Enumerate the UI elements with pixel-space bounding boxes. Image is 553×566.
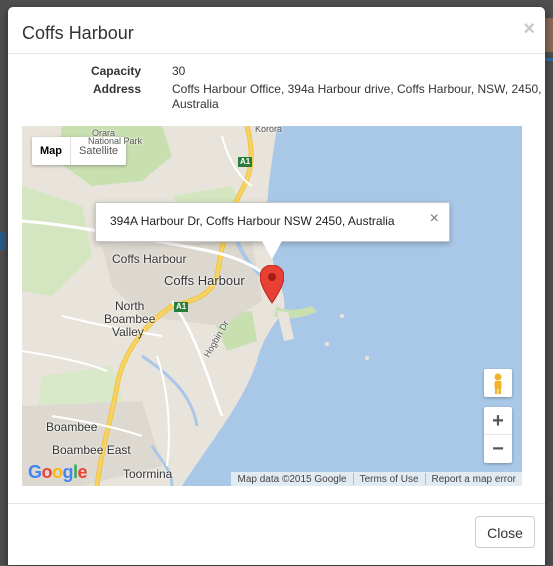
zoom-out-button[interactable]: − [484,435,512,463]
place-label-coffs-harbour: Coffs Harbour [112,252,187,266]
location-modal: Coffs Harbour × Capacity 30 Address Coff… [8,7,545,565]
address-label: Address [92,82,141,96]
modal-title: Coffs Harbour [22,23,134,43]
info-window-tail [262,241,282,259]
location-map[interactable]: Map Satellite Orara National Park Korora… [22,126,522,486]
place-label-boambee-valley-1: Boambee [104,312,156,326]
place-label-korora: Korora [255,126,283,134]
place-label-boambee: Boambee [46,420,98,434]
modal-header: Coffs Harbour × [8,7,545,54]
info-window-close-icon[interactable]: × [430,210,439,228]
map-view-button[interactable]: Map [32,137,71,165]
place-label-toormina: Toormina [123,467,173,481]
header-accent [545,58,553,61]
google-logo: Google [28,462,88,482]
zoom-control: + − [484,407,512,463]
report-map-error-link[interactable]: Report a map error [426,474,522,485]
close-icon[interactable]: × [523,19,535,39]
address-value: Coffs Harbour Office, 394a Harbour drive… [172,82,542,111]
map-info-window: 394A Harbour Dr, Coffs Harbour NSW 2450,… [95,202,450,259]
street-view-pegman-icon[interactable] [484,369,512,397]
modal-footer: Close [8,503,545,566]
place-label-coffs-harbour-city: Coffs Harbour [164,273,245,288]
road-label-a1: A1 [238,157,253,167]
place-label-boambee-valley-2: Valley [112,325,144,339]
place-label-boambee-east: Boambee East [52,443,131,457]
info-window-address: 394A Harbour Dr, Coffs Harbour NSW 2450,… [110,214,395,228]
map-data-credit: Map data ©2015 Google [237,473,347,485]
capacity-value: 30 [172,64,186,78]
zoom-in-button[interactable]: + [484,407,512,435]
close-button[interactable]: Close [475,516,535,548]
sidebar-accent [0,232,6,250]
capacity-label: Capacity [90,64,141,78]
map-attribution: Map data ©2015 Google Terms of Use Repor… [231,472,522,486]
place-label-national-park: National Park [88,136,143,146]
road-label-a1-south: A1 [174,302,189,312]
map-marker-icon[interactable] [260,265,284,305]
terms-of-use-link[interactable]: Terms of Use [354,474,425,485]
place-label-north: North [115,299,145,313]
